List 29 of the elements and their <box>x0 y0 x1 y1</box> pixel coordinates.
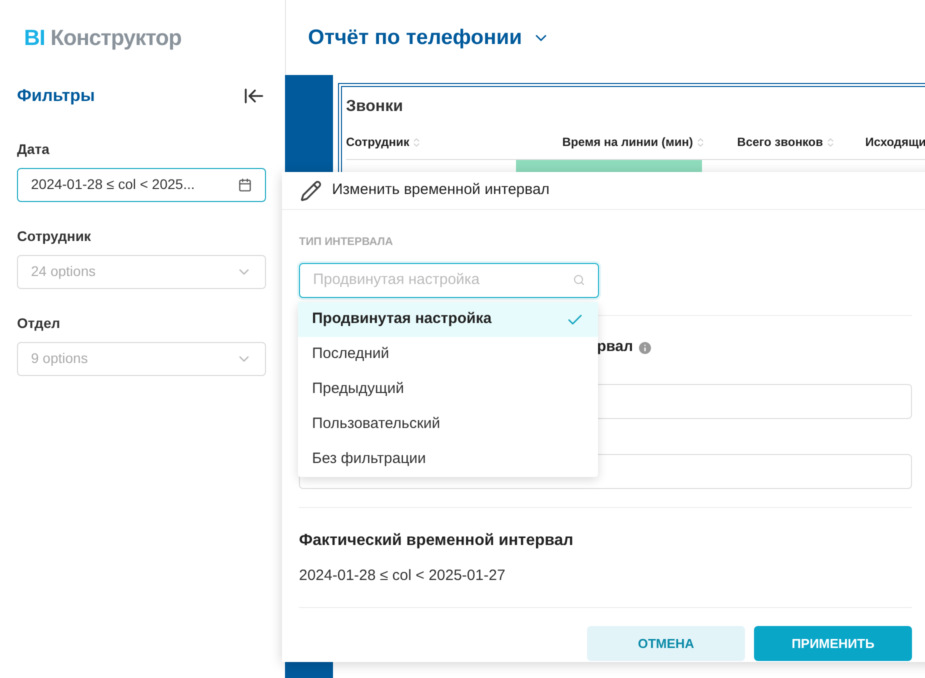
filter-label: Дата <box>17 140 50 159</box>
pencil-icon <box>300 180 322 202</box>
filter-label: Сотрудник <box>17 226 92 246</box>
filters-title: Фильтры <box>17 85 95 107</box>
table-title: Звонки <box>346 97 404 117</box>
column-header[interactable]: Время на линии (мин) <box>516 133 706 151</box>
info-icon <box>637 340 654 356</box>
popover-title: Изменить временной интервал <box>332 180 550 200</box>
dropdown-option[interactable]: Последний <box>298 337 598 372</box>
column-header[interactable]: Всего звонков <box>706 133 836 151</box>
cancel-button[interactable]: ОТМЕНА <box>587 626 745 661</box>
section-label: рвал <box>597 337 634 358</box>
calendar-icon <box>238 178 252 192</box>
dropdown-option[interactable]: Предыдущий <box>298 372 598 407</box>
sort-icon[interactable] <box>825 136 836 148</box>
date-field[interactable]: 2024-01-28 ≤ col < 2025... <box>17 168 266 202</box>
report-title[interactable]: Отчёт по телефонии <box>308 22 522 54</box>
field-label: ТИП ИНТЕРВАЛА <box>299 235 394 250</box>
actual-interval-title: Фактический временной интервал <box>299 530 574 550</box>
logo: BI Конструктор <box>24 24 182 52</box>
sort-icon[interactable] <box>695 136 706 148</box>
column-header[interactable]: Сотрудник <box>346 133 516 151</box>
column-header[interactable]: Исходящи <box>836 133 925 151</box>
filter-label: Отдел <box>17 314 62 333</box>
dropdown-option[interactable]: Пользовательский <box>298 407 598 442</box>
actual-interval-value: 2024-01-28 ≤ col < 2025-01-27 <box>299 566 506 586</box>
dropdown-option[interactable]: Продвинутая настройка <box>298 302 598 337</box>
dropdown-option[interactable]: Без фильтрации <box>298 442 598 477</box>
search-icon <box>573 274 585 286</box>
